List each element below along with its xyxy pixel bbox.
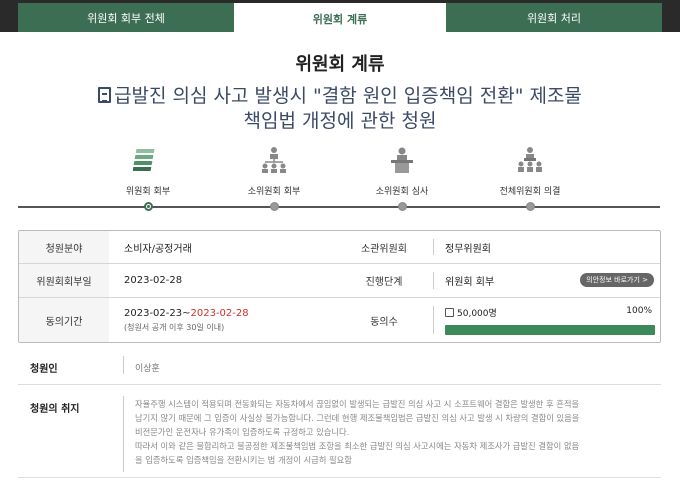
step-committee-referral: 위원회 회부 <box>98 146 198 211</box>
step-label: 소위원회 심사 <box>375 187 429 197</box>
committee-label: 소관위원회 <box>339 231 429 263</box>
agree-progress-bar <box>445 325 655 335</box>
tab-processed[interactable]: 위원회 처리 <box>446 3 662 32</box>
step-dot <box>526 202 535 211</box>
page-title: 위원회 계류 <box>295 54 385 75</box>
step-label: 소위원회 회부 <box>247 187 301 197</box>
period-label: 동의기간 <box>19 298 109 342</box>
progress-steps: 위원회 회부 소위원회 회부 소위원회 심사 전체위원회 의결 <box>18 146 660 216</box>
petition-info-table: 청원분야 소비자/공정거래 소관위원회 정무위원회 위원회회부일 2023-02… <box>18 230 661 343</box>
step-label: 전체위원회 의결 <box>499 187 561 197</box>
stage-value: 위원회 회부 <box>445 277 495 288</box>
petitioner-value: 이상훈 <box>135 364 160 374</box>
stage-label: 진행단계 <box>339 264 429 297</box>
podium-icon <box>387 146 417 174</box>
field-label: 청원분야 <box>19 231 109 263</box>
period-value: 2023-02-23~2023-02-28 (청원서 공개 이후 30일 이내) <box>124 298 249 342</box>
divider <box>18 384 661 385</box>
step-subcommittee-review: 소위원회 심사 <box>352 146 452 211</box>
period-end: 2023-02-28 <box>190 307 249 319</box>
agree-count: 50,000명 <box>457 309 497 319</box>
divider <box>433 306 434 334</box>
step-full-committee-vote: 전체위원회 의결 <box>480 146 580 211</box>
divider <box>433 239 434 255</box>
org-chart-icon <box>259 146 289 174</box>
step-dot <box>398 202 407 211</box>
divider <box>433 272 434 289</box>
period-start: 2023-02-23~ <box>124 307 191 319</box>
step-subcommittee-referral: 소위원회 회부 <box>224 146 324 211</box>
step-dot <box>144 202 153 211</box>
assembly-icon <box>515 146 545 174</box>
bill-info-button[interactable]: 의안정보 바로가기 > <box>580 273 654 287</box>
tab-bar: 위원회 회부 전체 위원회 계류 위원회 처리 <box>0 0 680 35</box>
document-icon <box>98 87 112 103</box>
petitioner-label: 청원인 <box>30 364 58 375</box>
step-line <box>18 206 660 208</box>
purpose-text: 자율주행 시스템이 적용되며 전동화되는 자동차에서 끊임없이 발생되는 급발진… <box>135 399 580 465</box>
petition-title-line1: 급발진 의심 사고 발생시 "결함 원인 입증책임 전환" 제조물 <box>114 85 582 107</box>
tab-all-referrals[interactable]: 위원회 회부 전체 <box>18 3 234 32</box>
agree-label: 동의수 <box>339 298 429 342</box>
info-row: 동의기간 2023-02-23~2023-02-28 (청원서 공개 이후 30… <box>19 298 660 342</box>
thumbs-up-icon <box>445 308 454 317</box>
info-row: 청원분야 소비자/공정거래 소관위원회 정무위원회 <box>19 231 660 264</box>
agree-percent: 100% <box>626 306 652 316</box>
divider <box>18 477 661 478</box>
referral-date-value: 2023-02-28 <box>124 275 183 286</box>
documents-stack-icon <box>132 146 163 174</box>
field-value: 소비자/공정거래 <box>124 243 192 255</box>
info-row: 위원회회부일 2023-02-28 진행단계 위원회 회부 의안정보 바로가기 … <box>19 264 660 298</box>
committee-value: 정무위원회 <box>445 243 491 255</box>
petition-title: 급발진 의심 사고 발생시 "결함 원인 입증책임 전환" 제조물 책임법 개정… <box>40 84 640 134</box>
agree-progress-fill <box>445 325 655 335</box>
referral-date-label: 위원회회부일 <box>19 264 109 297</box>
petition-title-line2: 책임법 개정에 관한 청원 <box>243 110 437 132</box>
step-dot <box>270 202 279 211</box>
divider <box>123 356 124 374</box>
tab-pending[interactable]: 위원회 계류 <box>234 3 446 35</box>
divider <box>123 396 124 472</box>
period-note: (청원서 공개 이후 30일 이내) <box>124 322 225 332</box>
purpose-label: 청원의 취지 <box>30 404 80 415</box>
agree-count-wrap: 50,000명 <box>445 306 497 319</box>
step-label: 위원회 회부 <box>125 187 171 197</box>
